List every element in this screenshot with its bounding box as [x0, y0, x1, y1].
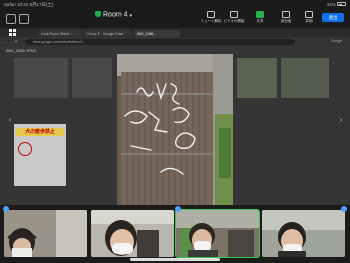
status-time: Safari 10:23 9月17日(土) — [4, 1, 54, 7]
microphone-muted-icon — [207, 11, 215, 18]
speaker-icon[interactable] — [6, 14, 16, 24]
share-screen-icon — [256, 11, 264, 18]
participants-label: 参加者 — [280, 19, 292, 23]
pin-indicator-icon[interactable] — [3, 206, 9, 212]
windows-logo-icon[interactable] — [9, 29, 17, 36]
room-name: Room 4 — [103, 11, 128, 19]
browser-tab[interactable]: Look Room Sheet... — [38, 29, 82, 37]
more-icon — [305, 11, 313, 18]
background-thumbnail — [237, 58, 277, 98]
participants-button[interactable]: 参加者 — [274, 11, 298, 24]
pin-indicator-icon[interactable] — [341, 206, 347, 212]
battery-icon — [337, 2, 346, 7]
participant-video-tile[interactable] — [91, 210, 174, 257]
next-image-icon[interactable]: › — [337, 117, 345, 125]
url-field[interactable]: drive.google.com/drive/folders/1... — [25, 38, 295, 45]
participant-gallery — [0, 207, 350, 258]
home-indicator[interactable] — [130, 258, 220, 261]
back-forward-icon[interactable]: ← → ⟳ — [4, 39, 18, 44]
pin-indicator-icon[interactable] — [175, 206, 181, 212]
profile-chip[interactable]: Google — [331, 39, 342, 43]
participants-icon — [282, 11, 290, 18]
more-label: 詳細 — [305, 19, 313, 23]
zoom-toolbar: Room 4 ▾ ミュート解除 ビデオの開始 共有 参加者 詳細 退出 — [0, 8, 350, 26]
browser-address-bar: ← → ⟳ drive.google.com/drive/folders/1..… — [0, 37, 350, 46]
status-right: 34% — [327, 2, 346, 7]
start-video-label: ビデオの開始 — [223, 19, 245, 23]
background-thumbnail — [72, 58, 112, 98]
video-off-icon — [230, 11, 238, 18]
mute-button[interactable]: ミュート解除 — [199, 11, 223, 24]
browser-tab-bar: Look Room Sheet... Group F - Google Driv… — [0, 28, 350, 37]
background-thumbnail — [281, 58, 329, 98]
participant-video-tile-active[interactable] — [175, 209, 260, 258]
background-poster: 犬の散歩禁止 — [14, 124, 66, 186]
background-thumbnail — [14, 58, 68, 98]
more-button[interactable]: 詳細 — [297, 11, 321, 24]
drive-image-viewer: IMG_1066 JPEG 犬の散歩禁止 ‹ › — [0, 46, 350, 205]
participant-video-tile[interactable] — [4, 210, 87, 257]
room-title[interactable]: Room 4 ▾ — [95, 11, 132, 19]
participant-video-tile[interactable] — [262, 210, 345, 257]
share-label: 共有 — [256, 19, 264, 23]
shared-screen: Look Room Sheet... Group F - Google Driv… — [0, 28, 350, 205]
file-name: IMG_1066 JPEG — [6, 48, 37, 53]
previous-image-icon[interactable]: ‹ — [6, 117, 14, 125]
share-button[interactable]: 共有 — [248, 11, 272, 24]
no-dogs-icon — [18, 142, 32, 156]
start-video-button[interactable]: ビデオの開始 — [222, 11, 246, 24]
ios-status-bar: Safari 10:23 9月17日(土) 34% — [0, 0, 350, 8]
battery-percent: 34% — [326, 1, 336, 7]
security-shield-icon — [95, 11, 101, 17]
graffiti-wall-photo — [117, 54, 233, 205]
camera-switch-icon[interactable] — [19, 14, 29, 24]
zoom-ipad-screen: Safari 10:23 9月17日(土) 34% Room 4 ▾ ミュート解除… — [0, 0, 350, 263]
poster-text: 犬の散歩禁止 — [16, 128, 64, 136]
chevron-down-icon: ▾ — [129, 12, 133, 19]
browser-tab[interactable]: Group F - Google Drive — [84, 29, 132, 37]
leave-button[interactable]: 退出 — [322, 13, 344, 22]
view-controls — [6, 11, 32, 29]
mute-label: ミュート解除 — [200, 19, 222, 23]
browser-tab-active[interactable]: IMG_1066... — [134, 29, 180, 37]
